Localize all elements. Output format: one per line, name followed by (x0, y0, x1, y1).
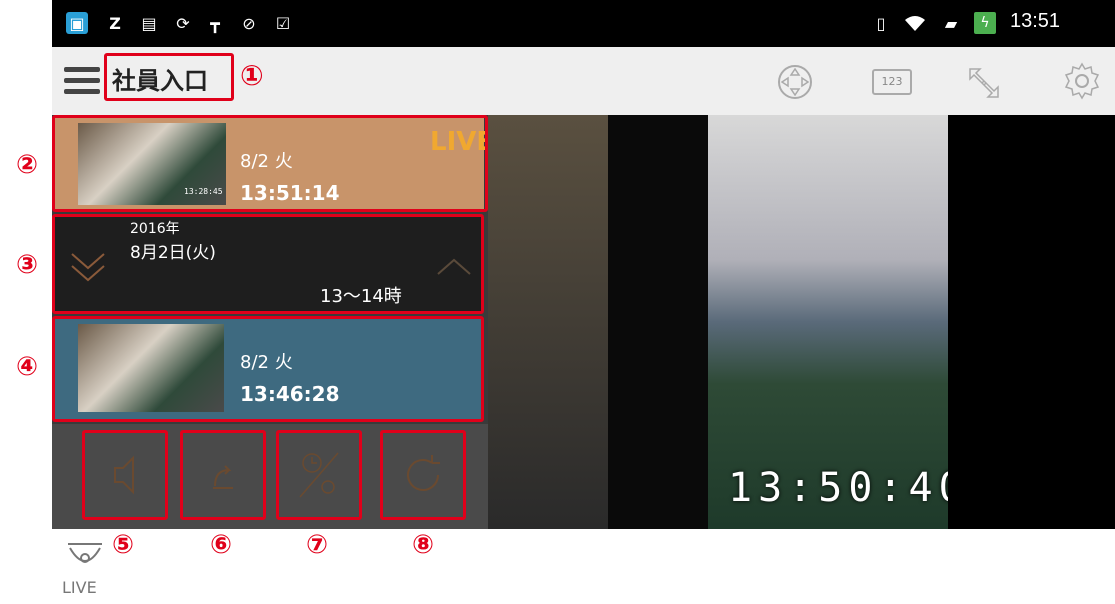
blocked-icon: ⊘ (242, 13, 256, 33)
video-door-frame (488, 115, 608, 529)
marker-1: ① (240, 59, 264, 92)
numpad-icon[interactable]: 123 (872, 69, 912, 95)
ptz-icon[interactable] (776, 63, 814, 101)
video-timestamp: 13:50:40 (728, 465, 948, 511)
live-camera-icon[interactable]: LIVE (62, 540, 118, 600)
schedule-light-button[interactable] (276, 430, 362, 520)
camera-title[interactable]: 社員入口 (112, 61, 208, 96)
status-time: 13:51 (1010, 10, 1061, 32)
marker-box-3 (52, 214, 484, 314)
live-label: LIVE (62, 578, 97, 597)
expand-icon[interactable] (964, 63, 1004, 103)
marker-box-4 (52, 316, 484, 422)
marker-box-2 (52, 115, 488, 212)
sync-icon: ⟳ (176, 13, 190, 33)
wifi-icon (904, 12, 926, 34)
video-letterbox (948, 115, 1115, 529)
vibrate-icon: ▯ (876, 13, 886, 33)
camera-video-feed[interactable]: 13:50:40 (488, 115, 948, 529)
marker-2: ② (15, 150, 38, 180)
z-icon: Z (109, 13, 121, 33)
marker-7: ⑦ (305, 530, 328, 560)
toolbar: 社員入口 ① 123 (52, 47, 1115, 115)
marker-4: ④ (15, 352, 38, 382)
video-pillar (608, 115, 708, 529)
sd-card-icon: ▰ (944, 13, 958, 33)
battery-charging-icon: ϟ (974, 12, 996, 34)
refresh-button[interactable] (380, 430, 466, 520)
marker-8: ⑧ (411, 530, 434, 560)
rotate-button[interactable] (180, 430, 266, 520)
marker-6: ⑥ (209, 530, 232, 560)
menu-icon[interactable] (64, 67, 100, 95)
screen-icon: ▣ (66, 12, 88, 34)
gallery-icon: ▤ (141, 13, 157, 33)
clipboard-icon: ☑ (275, 13, 291, 33)
marker-3: ③ (15, 250, 38, 280)
status-bar: ▣ Z ▤ ⟳ ┳ ⊘ ☑ ▯ ▰ ϟ 13:51 (52, 0, 1115, 47)
paint-icon: ┳ (210, 13, 220, 33)
volume-button[interactable] (82, 430, 168, 520)
settings-icon[interactable] (1062, 61, 1102, 101)
